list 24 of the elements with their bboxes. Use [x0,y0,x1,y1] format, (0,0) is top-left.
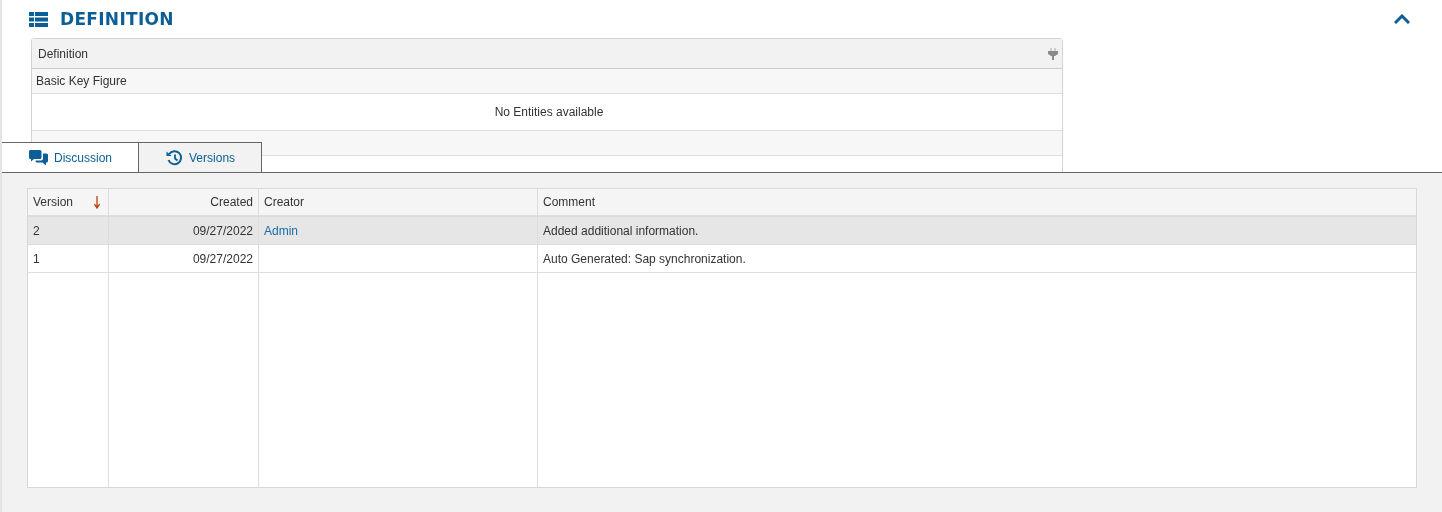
group-label: Basic Key Figure [36,74,127,88]
empty-message: No Entities available [494,105,604,119]
list-icon [29,11,48,27]
table-cell: Auto Generated: Sap synchronization. [543,251,746,266]
column-header[interactable]: Comment [538,189,1416,215]
table-cell: Added additional information. [543,223,699,238]
column-header[interactable]: Creator [259,189,538,215]
creator-link[interactable]: Admin [264,223,298,238]
table-cell: 1 [33,251,40,266]
table-row[interactable]: 2 09/27/2022 Admin Added additional information. [28,217,1416,245]
plug-icon [1048,47,1058,60]
table-cell: 2 [33,223,40,238]
table-row[interactable]: 1 09/27/2022 Auto Generated: Sap synchronization. [28,245,1416,273]
history-icon [166,149,184,166]
chevron-icon[interactable] [1394,14,1410,24]
table-header: Definition [38,46,89,61]
section-title: DEFINITION [60,9,174,29]
column-header[interactable]: Version [28,189,109,215]
table-cell: 09/27/2022 [192,251,253,266]
column-header[interactable]: Created [109,189,259,215]
tab[interactable]: Versions [139,142,263,172]
table-cell: 09/27/2022 [192,223,253,238]
tab[interactable]: Discussion [2,142,140,172]
chat-icon [29,149,48,166]
